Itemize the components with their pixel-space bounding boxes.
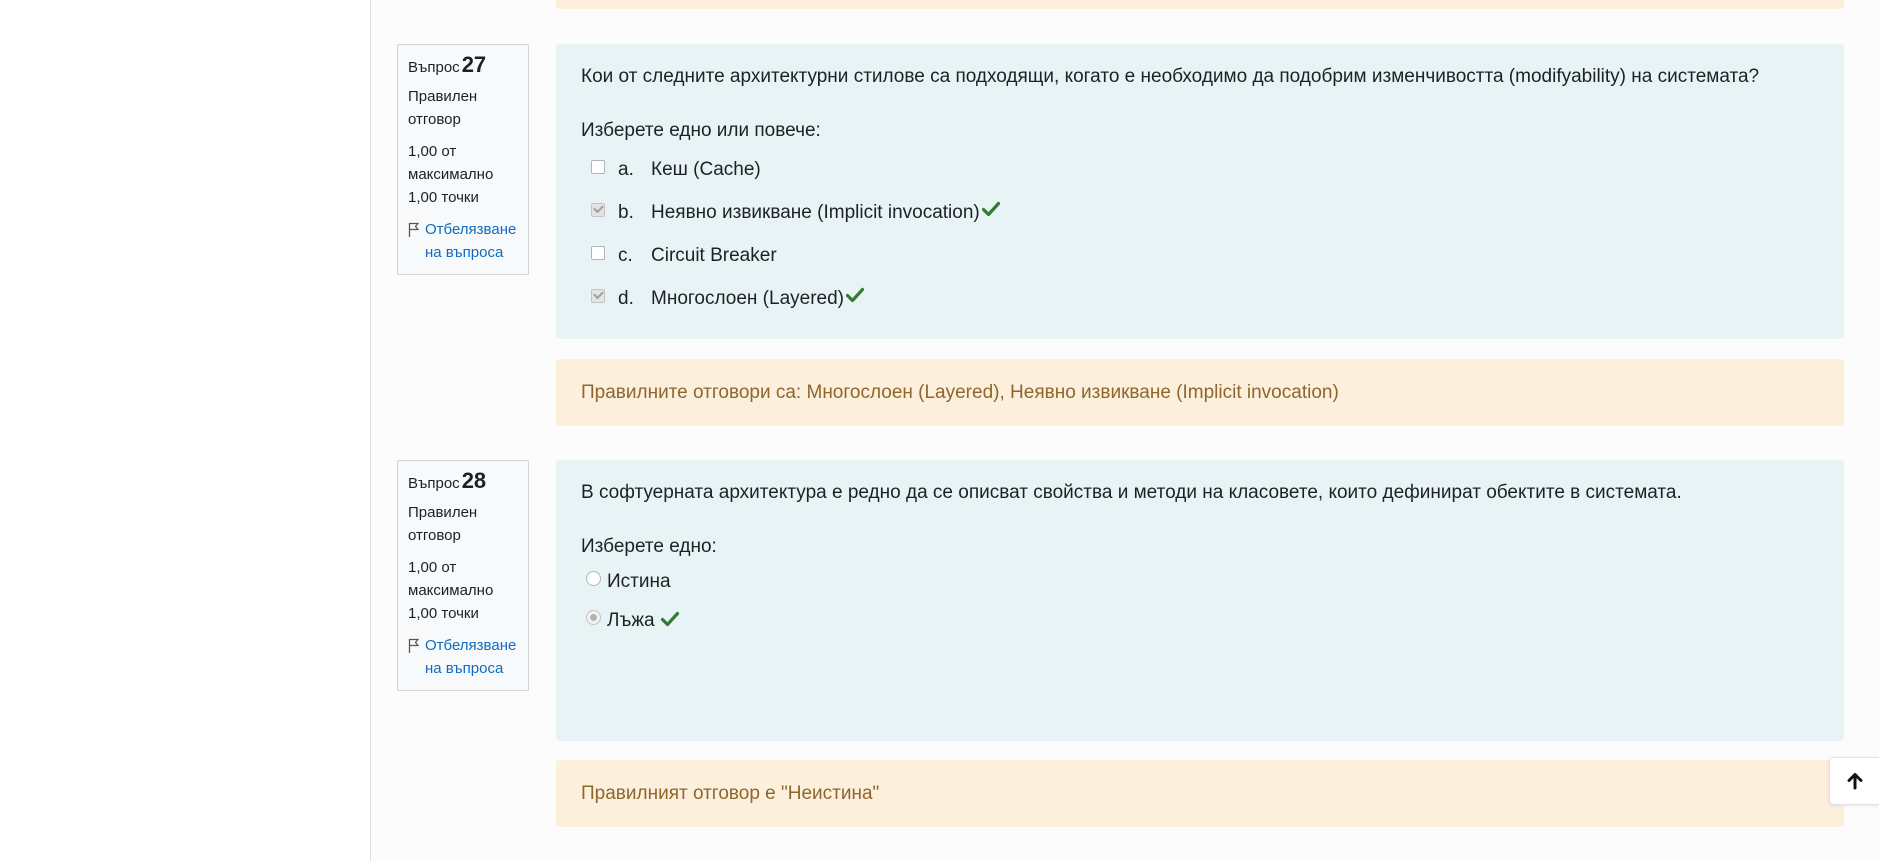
question-state: Правилен отговор [408,504,478,544]
question-text: В софтуерната архитектура е редно да се … [581,482,1682,503]
flag-question-link[interactable]: Отбелязване на въпроса [408,218,518,264]
answer-option-b: b. Неявно извикване (Implicit invocation… [581,191,1819,234]
option-text: Лъжа [607,609,655,631]
option-letter: c. [618,244,633,266]
option-text: Многослоен (Layered) [651,287,844,309]
answer-option-true: Истина [581,562,1819,601]
answer-checkbox-a[interactable] [591,159,605,174]
question-feedback-27: Правилните отговори са: Многослоен (Laye… [556,359,1844,426]
flag-question-label[interactable]: Отбелязване на въпроса [425,218,518,264]
answer-option-d: d. Многослоен (Layered) [581,277,1819,320]
question-number-value: 28 [461,468,487,493]
option-letter: d. [618,287,634,309]
question-info-27: Въпрос27 Правилен отговор 1,00 от максим… [397,44,529,275]
check-icon [846,287,864,302]
flag-icon [408,638,420,653]
answer-checkbox-d[interactable] [591,288,605,303]
option-letter: b. [618,201,634,223]
option-text: Кеш (Cache) [651,158,761,180]
answer-option-a: a. Кеш (Cache) [581,148,1819,191]
option-letter: a. [618,158,634,180]
back-to-top-button[interactable] [1829,757,1879,805]
option-text: Неявно извикване (Implicit invocation) [651,201,980,223]
option-text: Истина [607,570,671,592]
question-content-27: Кои от следните архитектурни стилове са … [556,44,1844,339]
correct-answer-text: Правилните отговори са: Многослоен (Laye… [581,381,1339,403]
answer-options: a. Кеш (Cache) b. Неявно извикване (Impl… [581,148,1819,320]
answer-option-false: Лъжа [581,601,1819,640]
flag-icon [408,222,420,237]
question-grade: 1,00 от максимално 1,00 точки [408,559,494,622]
flag-question-link[interactable]: Отбелязване на въпроса [408,634,518,680]
question-number-value: 27 [461,52,487,77]
answer-radio-true[interactable] [586,571,601,586]
check-icon [981,201,1000,216]
answer-radio-false[interactable] [586,610,601,625]
check-icon [660,611,679,626]
answer-prompt: Изберете едно: [581,536,717,557]
answer-checkbox-b[interactable] [591,202,605,217]
arrow-up-icon [1847,773,1862,790]
option-text: Circuit Breaker [651,244,777,266]
question-number: Въпрос28 [408,468,487,493]
question-content-28: В софтуерната архитектура е редно да се … [556,460,1844,741]
question-text: Кои от следните архитектурни стилове са … [581,66,1760,87]
question-grade: 1,00 от максимално 1,00 точки [408,143,494,206]
answer-checkbox-c[interactable] [591,245,605,260]
left-drawer [0,0,371,861]
answer-options: Истина Лъжа [581,562,1819,640]
flag-question-label[interactable]: Отбелязване на въпроса [425,634,518,680]
question-info-28: Въпрос28 Правилен отговор 1,00 от максим… [397,460,529,691]
correct-answer-text: Правилният отговор е "Неистина" [581,782,880,804]
previous-question-feedback [556,0,1844,9]
question-number: Въпрос27 [408,52,487,77]
question-state: Правилен отговор [408,88,478,128]
answer-option-c: c. Circuit Breaker [581,234,1819,277]
answer-prompt: Изберете едно или повече: [581,120,821,141]
question-feedback-28: Правилният отговор е "Неистина" [556,760,1844,827]
